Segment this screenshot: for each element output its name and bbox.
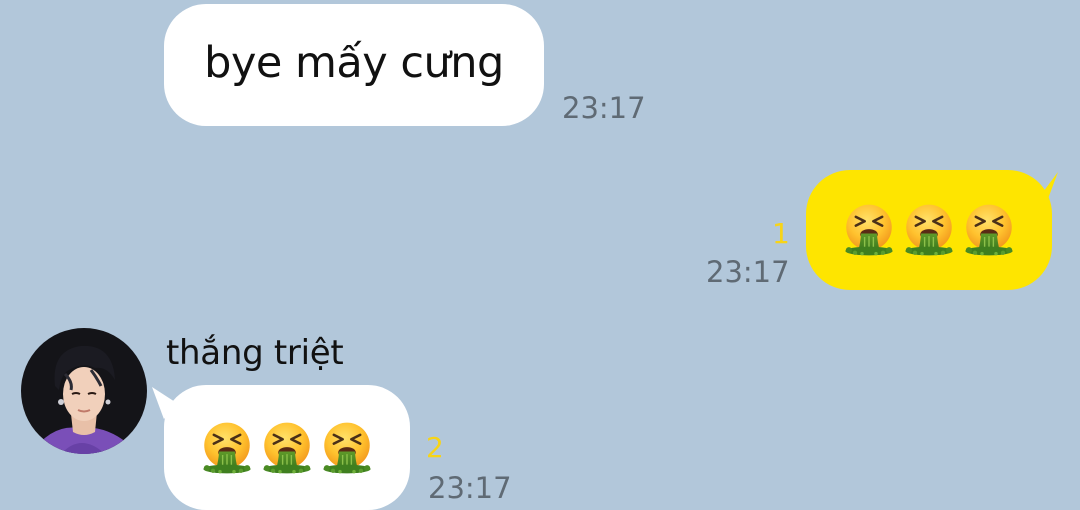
face-vomiting-icon [319,420,375,476]
message-bubble-incoming[interactable]: bye mấy cưng [164,4,544,126]
emoji-row [841,202,1017,258]
unread-count: 2 [426,431,444,464]
message-bubble-incoming[interactable] [164,385,410,510]
message-bubble-outgoing[interactable] [806,170,1052,290]
emoji-row [199,420,375,476]
message-timestamp: 23:17 [428,471,512,505]
message-timestamp: 23:17 [706,255,790,289]
face-vomiting-icon [199,420,255,476]
avatar-image [21,328,147,454]
sender-name[interactable]: thắng triệt [166,333,344,373]
face-vomiting-icon [841,202,897,258]
face-vomiting-icon [961,202,1017,258]
message-text: bye mấy cưng [204,38,504,88]
avatar[interactable] [21,328,147,454]
chat-area[interactable]: bye mấy cưng 23:17 1 23:17 thắng triệt 2… [0,0,1080,510]
face-vomiting-icon [901,202,957,258]
message-timestamp: 23:17 [562,91,646,125]
unread-count: 1 [772,217,790,250]
face-vomiting-icon [259,420,315,476]
